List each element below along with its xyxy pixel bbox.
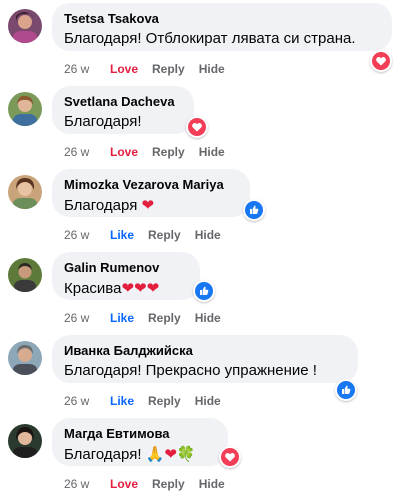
avatar[interactable]: [8, 424, 42, 458]
avatar[interactable]: [8, 175, 42, 209]
timestamp[interactable]: 26 w: [64, 310, 110, 326]
avatar[interactable]: [8, 341, 42, 375]
reply-button[interactable]: Reply: [152, 61, 185, 77]
comment-bubble: Иванка Балджийска Благодаря! Прекрасно у…: [52, 335, 358, 383]
reply-button[interactable]: Reply: [148, 227, 181, 243]
like-button[interactable]: Like: [110, 310, 134, 326]
comment-actions: 26 w Love Reply Hide: [64, 61, 239, 77]
comment-author[interactable]: Магда Евтимова: [64, 426, 216, 442]
comment-actions: 26 w Like Reply Hide: [64, 227, 235, 243]
reaction-count-badge[interactable]: [186, 116, 208, 138]
love-reaction-button[interactable]: Love: [110, 61, 138, 77]
comment-text: Благодаря!: [64, 113, 142, 130]
hide-button[interactable]: Hide: [199, 144, 225, 160]
timestamp[interactable]: 26 w: [64, 393, 110, 409]
comment-bubble: Tsetsa Tsakova Благодаря! Отблокират ляв…: [52, 3, 392, 51]
comment-actions: 26 w Like Reply Hide: [64, 310, 235, 326]
love-icon: [372, 52, 390, 70]
timestamp[interactable]: 26 w: [64, 61, 110, 77]
hide-button[interactable]: Hide: [195, 310, 221, 326]
reaction-count-badge[interactable]: [243, 199, 265, 221]
comment-bubble: Магда Евтимова Благодаря! 🙏❤🍀: [52, 418, 228, 466]
love-icon: [221, 448, 239, 466]
like-button[interactable]: Like: [110, 227, 134, 243]
timestamp[interactable]: 26 w: [64, 144, 110, 160]
timestamp[interactable]: 26 w: [64, 227, 110, 243]
like-button[interactable]: Like: [110, 393, 134, 409]
love-reaction-button[interactable]: Love: [110, 144, 138, 160]
comment-bubble: Svetlana Dacheva Благодаря!: [52, 86, 194, 134]
comment-text: Благодаря! Отблокират лявата си страна.: [64, 30, 356, 47]
comment-author[interactable]: Svetlana Dacheva: [64, 94, 182, 110]
comment-author[interactable]: Tsetsa Tsakova: [64, 11, 380, 27]
hide-button[interactable]: Hide: [199, 61, 225, 77]
hide-button[interactable]: Hide: [195, 393, 221, 409]
timestamp[interactable]: 26 w: [64, 476, 110, 492]
comment-text: Красива❤❤❤: [64, 279, 160, 297]
comment-author[interactable]: Galin Rumenov: [64, 260, 188, 276]
reaction-count-badge[interactable]: [335, 379, 357, 401]
comment-text: Благодаря ❤: [64, 196, 155, 214]
like-icon: [195, 282, 213, 300]
reaction-count-badge[interactable]: [193, 280, 215, 302]
comment-actions: 26 w Love Reply Hide: [64, 144, 239, 160]
comment-bubble: Galin Rumenov Красива❤❤❤: [52, 252, 200, 300]
like-icon: [245, 201, 263, 219]
like-icon: [337, 381, 355, 399]
comment-author[interactable]: Иванка Балджийска: [64, 343, 346, 359]
love-icon: [188, 118, 206, 136]
avatar[interactable]: [8, 92, 42, 126]
reaction-count-badge[interactable]: [219, 446, 241, 468]
reaction-count-badge[interactable]: [370, 50, 392, 72]
reply-button[interactable]: Reply: [148, 310, 181, 326]
reply-button[interactable]: Reply: [148, 393, 181, 409]
reply-button[interactable]: Reply: [152, 476, 185, 492]
comment-text: Благодаря! Прекрасно упражнение !: [64, 362, 317, 379]
avatar[interactable]: [8, 9, 42, 43]
hide-button[interactable]: Hide: [199, 476, 225, 492]
comment-bubble: Mimozka Vezarova Mariya Благодаря ❤: [52, 169, 250, 217]
comment-text: Благодаря! 🙏❤🍀: [64, 445, 196, 463]
comment-actions: 26 w Love Reply Hide: [64, 476, 239, 492]
reply-button[interactable]: Reply: [152, 144, 185, 160]
hide-button[interactable]: Hide: [195, 227, 221, 243]
avatar[interactable]: [8, 258, 42, 292]
comment-actions: 26 w Like Reply Hide: [64, 393, 235, 409]
comment-author[interactable]: Mimozka Vezarova Mariya: [64, 177, 238, 193]
love-reaction-button[interactable]: Love: [110, 476, 138, 492]
